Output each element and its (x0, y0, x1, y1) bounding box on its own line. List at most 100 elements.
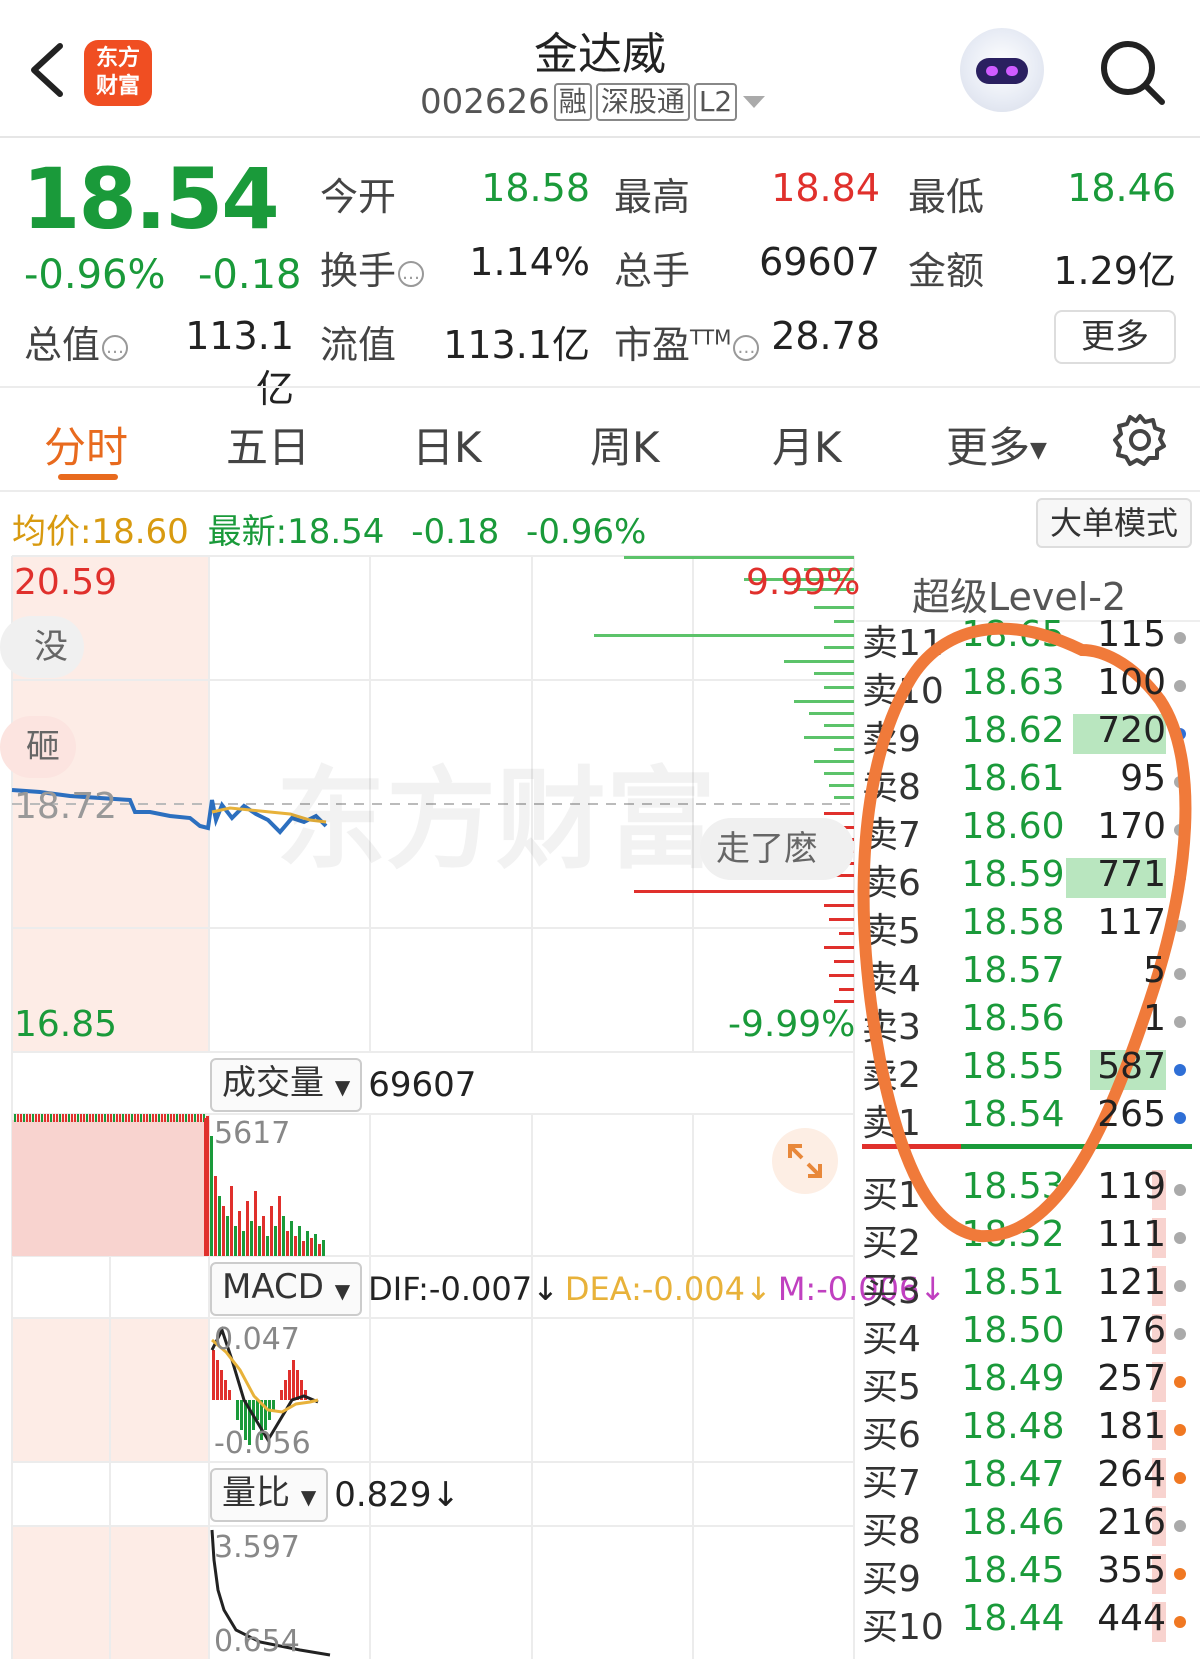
volume-bar (230, 1186, 233, 1256)
ratio-indicator-value: 0.829↓ (334, 1475, 461, 1515)
volume-bar (38, 1114, 40, 1122)
depth-bar (814, 672, 854, 675)
volume-bar (50, 1114, 52, 1122)
depth-bar (834, 748, 854, 751)
volume-bar (170, 1114, 172, 1122)
level-name: 买6 (862, 1415, 921, 1456)
volume-max-label: 5617 (214, 1116, 291, 1151)
bid-row[interactable]: 买2 18.52 111 (862, 1214, 1192, 1264)
volume-bar (191, 1114, 193, 1122)
level-price: 18.52 (961, 1214, 1065, 1255)
level-volume: 100 (1097, 662, 1166, 703)
level-volume: 181 (1097, 1406, 1166, 1447)
volume-bar (23, 1114, 25, 1122)
level-dot-icon (1174, 1184, 1186, 1196)
level-dot-icon (1174, 824, 1186, 836)
danmaku-bubble[interactable]: 没了 (0, 616, 84, 678)
volume-bar (32, 1114, 34, 1122)
bid-row[interactable]: 买6 18.48 181 (862, 1406, 1192, 1456)
orderbook-divider (862, 1144, 1192, 1149)
volume-bar (290, 1221, 293, 1256)
macd-panel-header[interactable]: MACD ▼ DIF:-0.007↓ DEA:-0.004↓ M:-0.006↓ (210, 1262, 946, 1316)
bid-row[interactable]: 买8 18.46 216 (862, 1502, 1192, 1552)
ask-row[interactable]: 卖8 18.61 95 (862, 758, 1192, 808)
depth-bar (829, 918, 854, 921)
level-price: 18.63 (961, 662, 1065, 703)
ask-row[interactable]: 卖3 18.56 1 (862, 998, 1192, 1048)
level-name: 买10 (862, 1607, 944, 1648)
danmaku-bubble[interactable]: 走了麽 (700, 818, 854, 880)
volume-bar (143, 1114, 145, 1122)
volume-bar (234, 1226, 237, 1256)
macd-dea: DEA:-0.004↓ (564, 1270, 772, 1308)
depth-bar (824, 946, 854, 949)
ask-row[interactable]: 卖6 18.59 771 (862, 854, 1192, 904)
volume-bar (113, 1114, 115, 1122)
bid-row[interactable]: 买10 18.44 444 (862, 1598, 1192, 1648)
bid-row[interactable]: 买3 18.51 121 (862, 1262, 1192, 1312)
volume-bar (119, 1114, 121, 1122)
ask-row[interactable]: 卖5 18.58 117 (862, 902, 1192, 952)
ask-row[interactable]: 卖9 18.62 720 (862, 710, 1192, 760)
level-name: 买5 (862, 1367, 921, 1408)
depth-bar (809, 712, 854, 715)
level-dot-icon (1174, 1064, 1186, 1076)
volume-bar (262, 1216, 265, 1256)
ask-row[interactable]: 卖4 18.57 5 (862, 950, 1192, 1000)
volume-bar (17, 1114, 19, 1122)
level-volume: 176 (1097, 1310, 1166, 1351)
level-price: 18.57 (961, 950, 1065, 991)
level-name: 买7 (862, 1463, 921, 1504)
bid-row[interactable]: 买9 18.45 355 (862, 1550, 1192, 1600)
danmaku-bubble[interactable]: 砸 (0, 716, 76, 778)
level-dot-icon (1174, 632, 1186, 644)
level-volume: 115 (1097, 614, 1166, 655)
level-volume: 257 (1097, 1358, 1166, 1399)
volume-bar (116, 1114, 118, 1122)
orderbook-title[interactable]: 超级Level-2 (912, 566, 1126, 621)
bid-row[interactable]: 买7 18.47 264 (862, 1454, 1192, 1504)
level-name: 卖9 (862, 719, 921, 760)
ask-row[interactable]: 卖2 18.55 587 (862, 1046, 1192, 1096)
level-price: 18.53 (961, 1166, 1065, 1207)
level-name: 买2 (862, 1223, 921, 1264)
bid-row[interactable]: 买5 18.49 257 (862, 1358, 1192, 1408)
volume-bar (41, 1114, 43, 1122)
level-dot-icon (1174, 1472, 1186, 1484)
volume-bar (77, 1114, 79, 1122)
volume-bar (238, 1211, 241, 1256)
level-name: 卖3 (862, 1007, 921, 1048)
volume-bar (47, 1114, 49, 1122)
level-price: 18.56 (961, 998, 1065, 1039)
level-price: 18.48 (961, 1406, 1065, 1447)
chart-low-price: 16.85 (14, 1004, 118, 1045)
depth-bar (824, 646, 854, 649)
fullscreen-button[interactable] (772, 1128, 838, 1194)
ask-row[interactable]: 卖10 18.63 100 (862, 662, 1192, 712)
volume-bar (298, 1226, 301, 1256)
volume-bar (185, 1114, 187, 1122)
dropdown-caret-icon: ▼ (300, 1485, 317, 1509)
level-price: 18.54 (961, 1094, 1065, 1135)
volume-bar (226, 1216, 229, 1256)
ask-row[interactable]: 卖1 18.54 265 (862, 1094, 1192, 1144)
chart-high-pct: 9.99% (746, 562, 861, 603)
level-dot-icon (1174, 1016, 1186, 1028)
ratio-panel-header[interactable]: 量比 ▼ 0.829↓ (210, 1468, 460, 1522)
volume-panel-header[interactable]: 成交量 ▼ 69607 (210, 1058, 476, 1112)
volume-bar (173, 1114, 175, 1122)
volume-bar (95, 1114, 97, 1122)
bid-row[interactable]: 买1 18.53 119 (862, 1166, 1192, 1216)
level-dot-icon (1174, 680, 1186, 692)
level-volume: 111 (1097, 1214, 1166, 1255)
volume-bar (242, 1231, 245, 1256)
ask-row[interactable]: 卖11 18.65 115 (862, 614, 1192, 664)
depth-bar (824, 772, 854, 775)
depth-bar (834, 1000, 854, 1003)
bid-row[interactable]: 买4 18.50 176 (862, 1310, 1192, 1360)
volume-bar (59, 1114, 61, 1122)
ratio-bottom-label: 0.654 (214, 1624, 300, 1659)
macd-bar (216, 1360, 219, 1400)
ask-row[interactable]: 卖7 18.60 170 (862, 806, 1192, 856)
volume-bar (26, 1114, 28, 1122)
